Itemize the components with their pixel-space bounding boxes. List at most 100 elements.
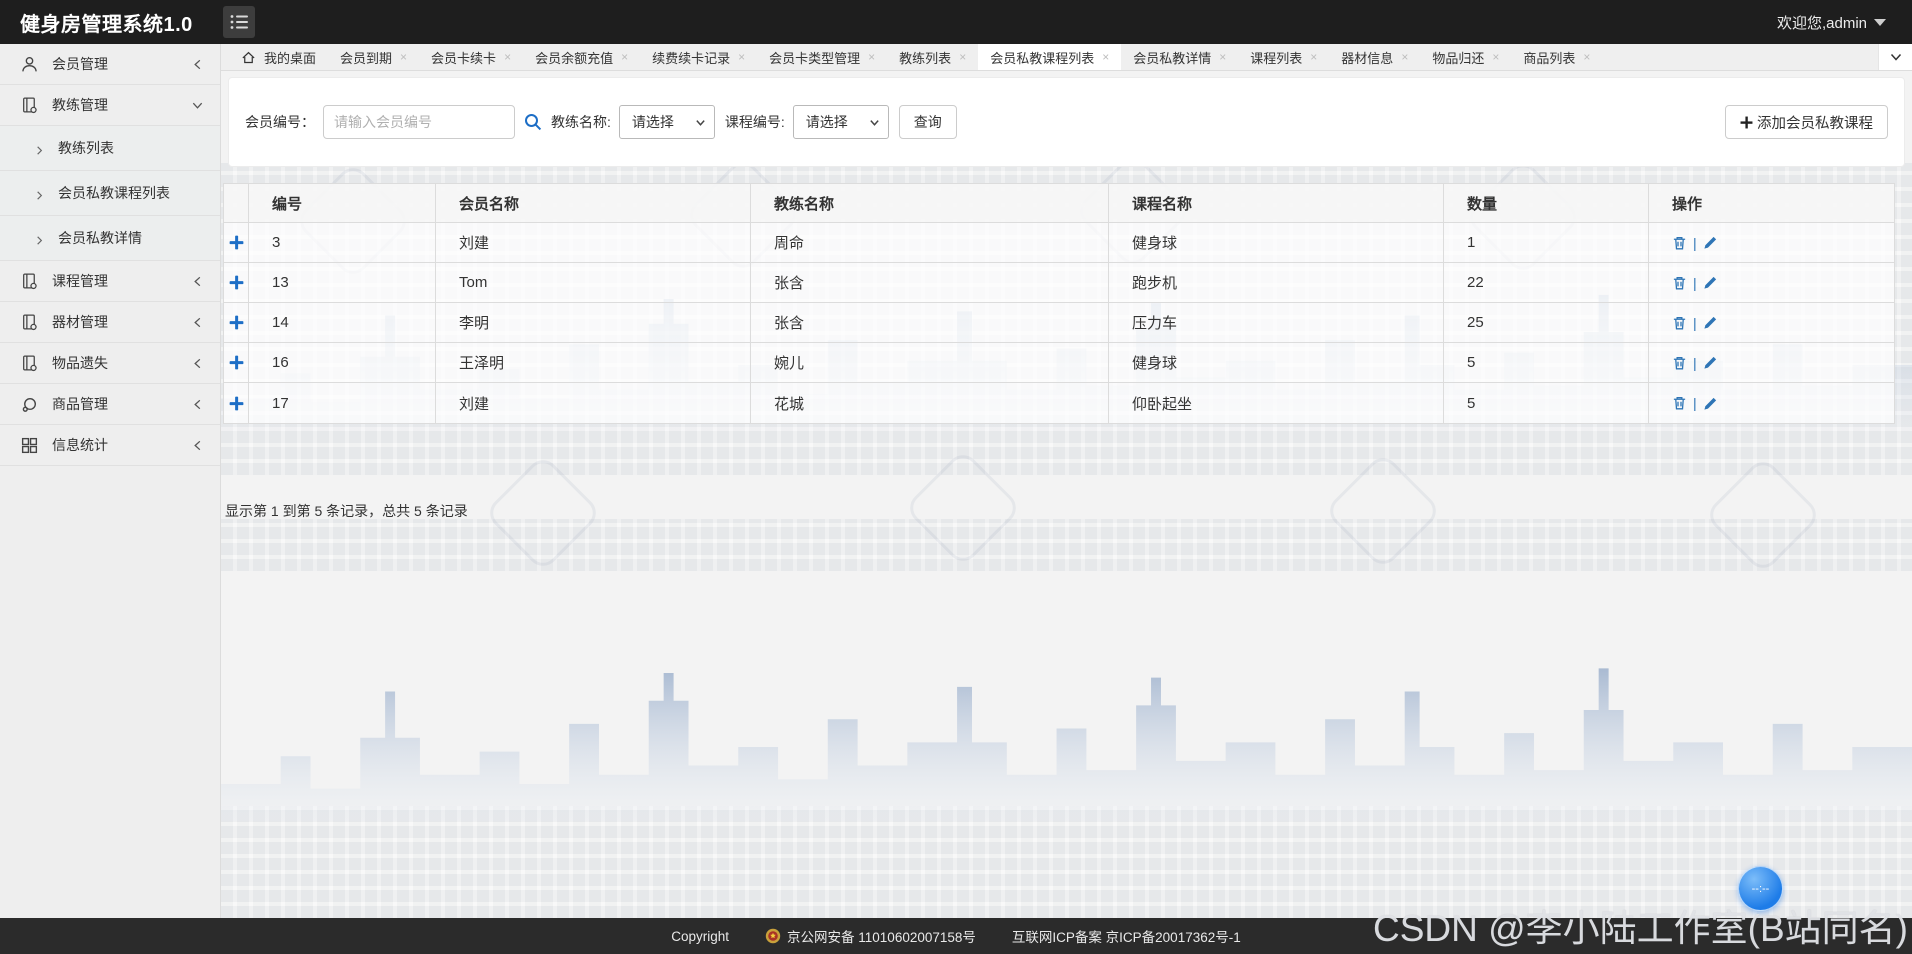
- delete-icon[interactable]: [1672, 355, 1687, 371]
- course-select[interactable]: 请选择: [792, 105, 889, 139]
- user-icon: [20, 55, 39, 74]
- chevron-left-icon: [191, 398, 204, 411]
- close-icon[interactable]: ×: [1583, 51, 1590, 63]
- add-member-pt-course-button[interactable]: 添加会员私教课程: [1725, 105, 1888, 139]
- coach-select[interactable]: 请选择: [618, 105, 715, 139]
- police-beian[interactable]: 京公网安备 11010602007158号: [765, 926, 976, 946]
- tab-label: 会员卡类型管理: [769, 50, 861, 66]
- add-button-label: 添加会员私教课程: [1757, 115, 1873, 132]
- sidebar-item-course-mgmt[interactable]: 课程管理: [0, 261, 220, 302]
- delete-icon[interactable]: [1672, 315, 1687, 331]
- tab-member-pt-course-list[interactable]: 会员私教课程列表 ×: [978, 44, 1122, 70]
- home-icon: [241, 50, 256, 65]
- sidebar-item-member-pt-course-list[interactable]: 会员私教课程列表: [0, 171, 220, 216]
- sidebar-item-label: 教练管理: [52, 97, 108, 113]
- select-value: 请选择: [631, 114, 674, 130]
- tab-equipment-info[interactable]: 器材信息 ×: [1329, 44, 1420, 70]
- close-icon[interactable]: ×: [504, 51, 511, 63]
- expand-row-icon[interactable]: [224, 343, 249, 382]
- select-caret-icon: [695, 117, 706, 128]
- delete-icon[interactable]: [1672, 395, 1687, 411]
- edit-icon[interactable]: [1703, 235, 1718, 250]
- cell-coach: 周命: [751, 223, 1109, 262]
- cell-member: 刘建: [436, 383, 751, 423]
- clock-widget[interactable]: --:--: [1738, 866, 1783, 911]
- expand-row-icon[interactable]: [224, 263, 249, 302]
- tab-label: 会员到期: [340, 50, 393, 66]
- member-pt-course-table: 编号 会员名称 教练名称 课程名称 数量 操作 3 刘建 周命 健身球 1 |: [223, 183, 1895, 424]
- tab-coach-list[interactable]: 教练列表 ×: [887, 44, 978, 70]
- member-no-input[interactable]: [323, 105, 515, 139]
- sidebar-item-label: 教练列表: [58, 140, 114, 156]
- cell-id: 17: [249, 383, 436, 423]
- tab-my-desktop[interactable]: 我的桌面: [229, 44, 328, 70]
- tab-balance-recharge[interactable]: 会员余额充值 ×: [523, 44, 640, 70]
- sidebar-item-info-stats[interactable]: 信息统计: [0, 425, 220, 466]
- cell-coach: 张含: [751, 263, 1109, 302]
- sidebar-item-coach-mgmt[interactable]: 教练管理: [0, 85, 220, 126]
- sidebar-item-coach-list[interactable]: 教练列表: [0, 126, 220, 171]
- close-icon[interactable]: ×: [959, 51, 966, 63]
- sidebar-item-lost-items[interactable]: 物品遗失: [0, 343, 220, 384]
- cell-course: 跑步机: [1109, 263, 1444, 302]
- sidebar-item-product-mgmt[interactable]: 商品管理: [0, 384, 220, 425]
- cell-actions: |: [1649, 263, 1894, 302]
- tab-card-type-mgmt[interactable]: 会员卡类型管理 ×: [757, 44, 887, 70]
- close-icon[interactable]: ×: [1102, 51, 1109, 63]
- tab-renew-records[interactable]: 续费续卡记录 ×: [640, 44, 757, 70]
- tab-product-list[interactable]: 商品列表 ×: [1511, 44, 1602, 70]
- expand-row-icon[interactable]: [224, 223, 249, 262]
- close-icon[interactable]: ×: [400, 51, 407, 63]
- column-header: 会员名称: [436, 184, 751, 222]
- close-icon[interactable]: ×: [1492, 51, 1499, 63]
- tab-member-expire[interactable]: 会员到期 ×: [328, 44, 419, 70]
- tab-overflow-button[interactable]: [1878, 44, 1912, 70]
- expand-column-header: [224, 184, 249, 222]
- delete-icon[interactable]: [1672, 235, 1687, 251]
- search-button[interactable]: 查询: [898, 105, 957, 139]
- tab-card-renew[interactable]: 会员卡续卡 ×: [419, 44, 523, 70]
- close-icon[interactable]: ×: [1310, 51, 1317, 63]
- sidebar-item-equipment-mgmt[interactable]: 器材管理: [0, 302, 220, 343]
- chevron-left-icon: [191, 58, 204, 71]
- table-row: 16 王泽明 婉儿 健身球 5 |: [224, 343, 1894, 383]
- close-icon[interactable]: ×: [1219, 51, 1226, 63]
- edit-icon[interactable]: [1703, 315, 1718, 330]
- action-separator: |: [1693, 395, 1697, 411]
- chevron-down-icon: [191, 99, 204, 112]
- mosaic-texture: [221, 806, 1912, 918]
- close-icon[interactable]: ×: [621, 51, 628, 63]
- table-header-row: 编号 会员名称 教练名称 课程名称 数量 操作: [224, 184, 1894, 223]
- edit-icon[interactable]: [1703, 396, 1718, 411]
- icp-beian[interactable]: 互联网ICP备案 京ICP备20017362号-1: [1012, 926, 1241, 946]
- sidebar-item-member-mgmt[interactable]: 会员管理: [0, 44, 220, 85]
- chevron-left-icon: [191, 275, 204, 288]
- expand-row-icon[interactable]: [224, 383, 249, 423]
- user-menu[interactable]: 欢迎您,admin: [1777, 12, 1886, 33]
- search-button-label: 查询: [913, 114, 942, 130]
- grid-icon: [20, 436, 39, 455]
- cell-course: 健身球: [1109, 223, 1444, 262]
- sidebar-toggle-button[interactable]: [222, 6, 255, 38]
- edit-icon[interactable]: [1703, 355, 1718, 370]
- tab-course-list[interactable]: 课程列表 ×: [1238, 44, 1329, 70]
- tab-member-pt-detail[interactable]: 会员私教详情 ×: [1121, 44, 1238, 70]
- expand-row-icon[interactable]: [224, 303, 249, 342]
- delete-icon[interactable]: [1672, 275, 1687, 291]
- welcome-text: 欢迎您,admin: [1776, 14, 1867, 32]
- close-icon[interactable]: ×: [738, 51, 745, 63]
- search-icon[interactable]: [523, 112, 543, 132]
- cell-course: 健身球: [1109, 343, 1444, 382]
- main-area: 我的桌面 会员到期 × 会员卡续卡 × 会员余额充值 × 续费续卡记录 × 会员…: [221, 44, 1912, 918]
- cell-coach: 张含: [751, 303, 1109, 342]
- stamp-watermark: [1703, 455, 1823, 575]
- tab-item-return[interactable]: 物品归还 ×: [1420, 44, 1511, 70]
- edit-icon[interactable]: [1703, 275, 1718, 290]
- mosaic-texture: [221, 519, 1912, 571]
- sidebar-item-member-pt-detail[interactable]: 会员私教详情: [0, 216, 220, 261]
- close-icon[interactable]: ×: [1401, 51, 1408, 63]
- close-icon[interactable]: ×: [868, 51, 875, 63]
- table-row: 13 Tom 张含 跑步机 22 |: [224, 263, 1894, 303]
- file-icon: [20, 272, 39, 291]
- sidebar-item-label: 会员私教课程列表: [58, 185, 170, 201]
